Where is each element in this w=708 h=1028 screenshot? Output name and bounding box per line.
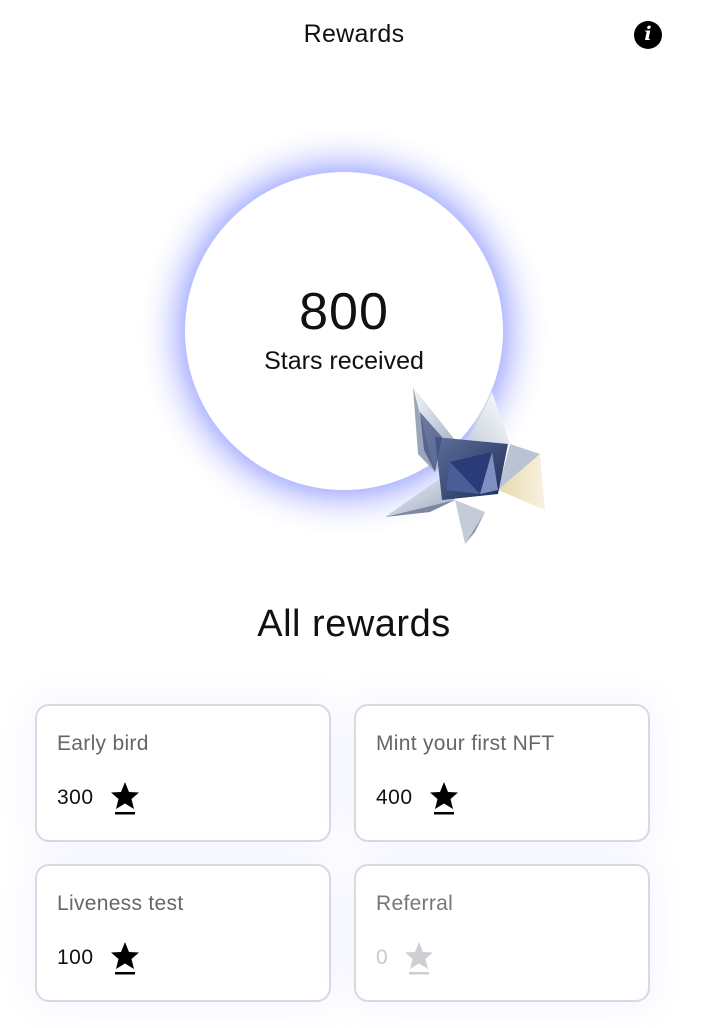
reward-value-row: 300	[57, 780, 140, 816]
info-button[interactable]: i	[634, 21, 662, 49]
info-icon: i	[644, 23, 652, 45]
reward-title: Liveness test	[57, 892, 184, 915]
reward-card-early-bird[interactable]: Early bird 300	[35, 704, 331, 842]
star-icon	[110, 782, 139, 815]
reward-value-row: 100	[57, 940, 140, 976]
reward-card-referral[interactable]: Referral 0	[354, 864, 650, 1002]
reward-value-row: 400	[376, 780, 459, 816]
reward-value: 100	[57, 946, 94, 969]
reward-value-row: 0	[376, 940, 434, 976]
reward-title: Mint your first NFT	[376, 732, 555, 755]
reward-card-liveness-test[interactable]: Liveness test 100	[35, 864, 331, 1002]
reward-title: Referral	[376, 892, 454, 915]
reward-title: Early bird	[57, 732, 149, 755]
star-icon	[429, 782, 458, 815]
stars-summary: 800 Stars received	[0, 72, 708, 572]
page-title: Rewards	[303, 20, 405, 48]
reward-card-mint-nft[interactable]: Mint your first NFT 400	[354, 704, 650, 842]
stars-label: Stars received	[264, 347, 424, 375]
header: Rewards i	[0, 0, 708, 72]
stars-count: 800	[299, 283, 389, 341]
reward-value: 300	[57, 786, 94, 809]
star-icon	[110, 942, 139, 975]
rewards-page: Rewards i 800 Stars received All rewards…	[0, 0, 708, 1028]
crystal-star-icon	[385, 387, 545, 544]
star-icon	[405, 942, 434, 975]
reward-value: 400	[376, 786, 413, 809]
reward-value: 0	[376, 946, 389, 969]
section-title: All rewards	[257, 603, 451, 645]
